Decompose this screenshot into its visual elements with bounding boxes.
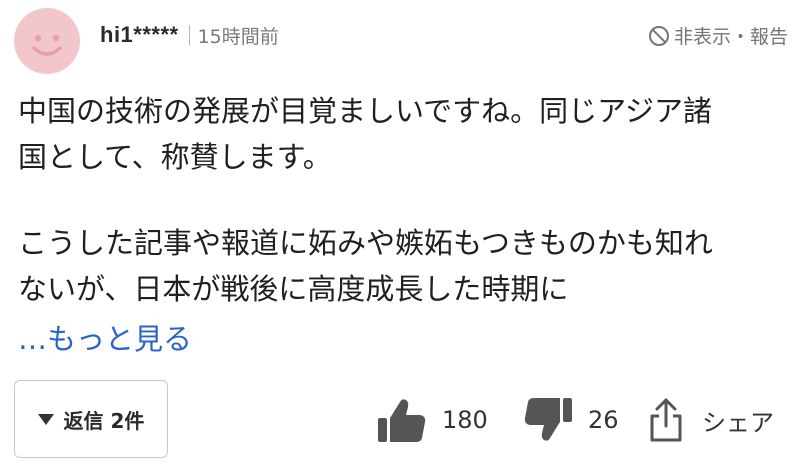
- comment-header: hi1***** 15時間前 非表示・報告: [14, 8, 790, 78]
- reply-toggle-button[interactable]: 返信 2件: [14, 380, 168, 458]
- like-count: 180: [442, 406, 488, 434]
- share-label: シェア: [702, 408, 774, 437]
- thumbs-down-icon: [524, 398, 572, 441]
- like-button[interactable]: 180: [376, 394, 488, 446]
- share-icon: [650, 398, 682, 442]
- share-button[interactable]: シェア: [646, 394, 774, 446]
- triangle-down-icon: [37, 413, 54, 425]
- see-more-link[interactable]: …もっと見る: [18, 316, 192, 362]
- reply-label: 返信 2件: [63, 408, 145, 433]
- username[interactable]: hi1*****: [100, 22, 179, 48]
- meta-divider: [188, 25, 190, 45]
- hide-report-label: 非表示・報告: [673, 26, 788, 48]
- comment-paragraph: こうした記事や報道に妬みや嫉妬もつきものかも知れ ないが、日本が戦後に高度成長し…: [18, 226, 713, 306]
- prohibit-icon: [648, 25, 669, 46]
- comment-paragraph: 中国の技術の発展が目覚ましいですね。同じアジア諸 国として、称賛します。: [18, 94, 712, 174]
- smiley-face-icon: [32, 34, 62, 56]
- thumbs-up-icon: [378, 399, 426, 442]
- timestamp: 15時間前: [197, 25, 279, 48]
- avatar[interactable]: [14, 8, 80, 74]
- dislike-count: 26: [588, 406, 619, 434]
- comment-body: 中国の技術の発展が目覚ましいですね。同じアジア諸 国として、称賛します。 こうし…: [18, 88, 788, 312]
- dislike-button[interactable]: 26: [522, 394, 619, 446]
- user-meta: hi1***** 15時間前: [100, 20, 279, 50]
- hide-report-button[interactable]: 非表示・報告: [648, 22, 788, 49]
